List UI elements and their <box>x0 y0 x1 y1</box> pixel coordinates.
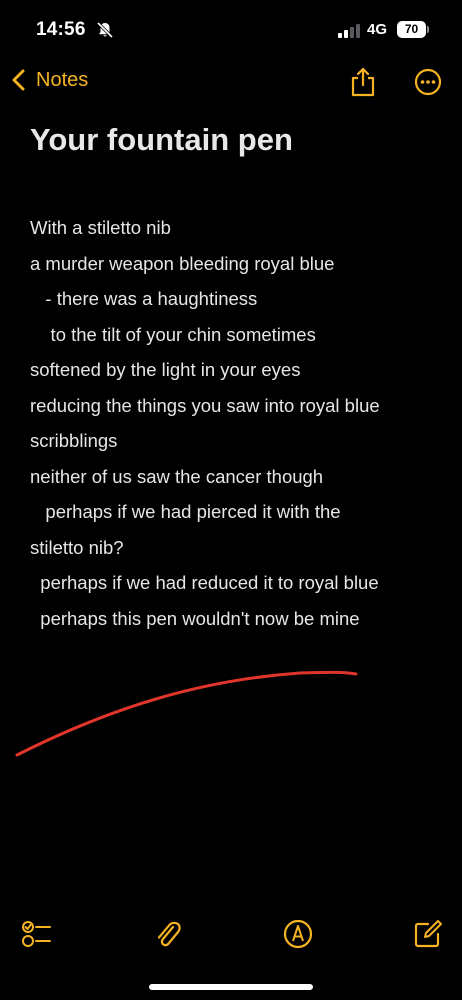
chevron-left-icon <box>12 69 25 91</box>
compose-icon[interactable] <box>412 918 444 950</box>
home-indicator[interactable] <box>149 984 313 990</box>
note-line: perhaps this pen wouldn't now be mine <box>30 607 360 629</box>
status-bar: 14:56 4G 70 <box>0 0 462 60</box>
note-line: scribblings <box>30 430 118 451</box>
note-body[interactable]: With a stiletto nib a murder weapon blee… <box>30 210 450 636</box>
back-label: Notes <box>36 68 89 91</box>
paperclip-icon[interactable] <box>152 918 184 950</box>
network-type: 4G <box>367 21 388 38</box>
note-line: softened by the light in your eyes <box>30 359 301 380</box>
navigation-bar: Notes <box>0 60 462 104</box>
sketch-stroke[interactable] <box>0 650 462 770</box>
status-time: 14:56 <box>36 19 86 40</box>
battery-percent: 70 <box>404 22 419 36</box>
note-line: neither of us saw the cancer though <box>30 465 324 487</box>
more-icon[interactable] <box>414 68 442 96</box>
note-line: perhaps if we had pierced it with the <box>30 501 341 522</box>
bottom-toolbar <box>0 910 462 960</box>
back-button[interactable]: Notes <box>10 68 88 92</box>
note-line: reducing the things you saw into royal b… <box>30 394 380 416</box>
note-line: stiletto nib? <box>30 536 124 558</box>
note-line: to the tilt of your chin sometimes <box>30 323 316 345</box>
markup-pen-icon[interactable] <box>282 918 314 950</box>
note-line: a murder weapon bleeding royal blue <box>30 252 335 274</box>
note-line: With a stiletto nib <box>30 217 171 238</box>
signal-icon <box>338 24 360 38</box>
note-line: - there was a haughtiness <box>30 288 258 309</box>
note-line: perhaps if we had reduced it to royal bl… <box>30 572 379 593</box>
share-icon[interactable] <box>349 66 377 98</box>
battery-icon: 70 <box>397 21 429 38</box>
checklist-icon[interactable] <box>20 918 52 950</box>
note-title[interactable]: Your fountain pen <box>30 122 293 158</box>
bell-slash-icon <box>96 21 114 39</box>
